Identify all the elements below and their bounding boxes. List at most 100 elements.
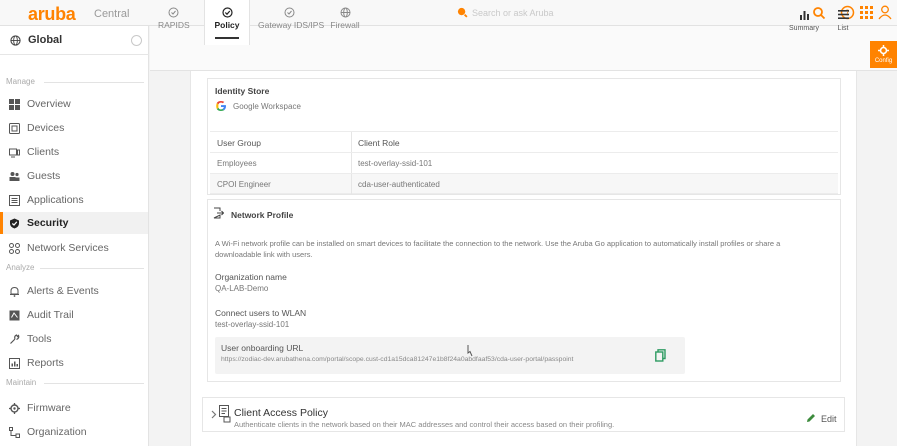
reports-icon [9,358,20,369]
tab-firewall[interactable]: Firewall [324,7,366,31]
network-profile-title: Network Profile [231,210,294,220]
sidebar-item-label: Overview [27,98,71,110]
top-bar: aruba Central ? [0,0,897,26]
search-input[interactable] [472,5,672,21]
apps-grid-icon[interactable] [860,6,873,19]
config-label: Config [874,58,893,64]
onboarding-url-label: User onboarding URL [221,343,304,353]
sidebar-item-label: Organization [27,426,87,438]
network-profile-icon [213,207,224,219]
rapids-icon [168,7,178,18]
sidebar-item-guests[interactable]: Guests [0,165,148,187]
global-label: Global [28,34,63,46]
shield-icon [10,218,19,229]
list-label: List [837,25,849,32]
sidebar-item-label: Guests [27,170,61,182]
tab-label: Policy [214,20,240,30]
network-services-icon [9,243,20,254]
client-access-policy-icon [219,405,231,423]
overview-icon [9,99,20,110]
devices-icon [9,123,20,134]
column-divider [351,174,352,195]
google-icon [216,101,226,111]
sidebar-item-label: Reports [27,357,64,369]
sidebar-item-clients[interactable]: Clients [0,141,148,163]
sidebar-item-label: Clients [27,146,60,158]
pencil-icon [807,414,815,422]
summary-view-button[interactable]: Summary [787,9,821,33]
summary-chart-icon [799,11,809,20]
tab-gateway-ids-ips[interactable]: Gateway IDS/IPS [258,7,324,31]
guests-icon [9,172,20,181]
table-header-row: User Group Client Role [210,131,838,153]
sidebar-item-overview[interactable]: Overview [0,93,148,115]
column-header: User Group [217,138,261,148]
tab-bar [150,26,897,71]
sidebar-item-label: Tools [27,333,52,345]
identity-store-title: Identity Store [215,86,270,96]
sidebar-item-organization[interactable]: Organization [0,421,148,443]
bell-icon [10,286,19,297]
sidebar-item-applications[interactable]: Applications [0,189,148,211]
identity-provider: Google Workspace [233,102,301,111]
list-view-button[interactable]: List [832,9,854,33]
edit-label: Edit [821,414,837,424]
network-profile-description-2: downloadable link with users. [215,250,313,259]
globe-icon [10,35,21,46]
global-selector[interactable]: Global [0,26,149,55]
global-toggle-icon[interactable] [131,35,142,46]
sidebar-item-label: Applications [27,194,84,206]
client-access-policy-description: Authenticate clients in the network base… [234,420,615,429]
edit-button[interactable]: Edit [804,410,838,426]
tab-label: Gateway IDS/IPS [258,20,325,30]
sidebar-item-security[interactable]: Security [0,212,148,234]
chevron-right-icon[interactable] [210,410,217,419]
tab-policy[interactable]: Policy [204,0,250,45]
client-role-cell: test-overlay-ssid-101 [358,159,433,168]
list-icon [837,10,849,19]
sidebar-item-devices[interactable]: Devices [0,117,148,139]
clients-icon [9,148,20,158]
copy-icon[interactable] [655,349,666,362]
column-divider [351,132,352,153]
sidebar-item-firmware[interactable]: Firmware [0,397,148,419]
onboarding-url-value[interactable]: https://zodiac-dev.arubathena.com/portal… [221,356,573,363]
logo-subtitle: Central [94,8,130,20]
summary-label: Summary [789,25,819,32]
firewall-icon [340,7,350,18]
sidebar-item-label: Alerts & Events [27,285,99,297]
firmware-icon [9,403,20,414]
user-icon[interactable] [878,5,892,20]
divider [40,268,144,269]
gear-icon [878,45,889,56]
connect-wlan-label: Connect users to WLAN [215,308,307,318]
sidebar-item-audit-trail[interactable]: Audit Trail [0,304,148,326]
sidebar-item-label: Firmware [27,402,71,414]
sidebar-item-network-services[interactable]: Network Services [0,237,148,259]
client-role-cell: cda-user-authenticated [358,180,440,189]
table-row: Employees test-overlay-ssid-101 [210,152,838,174]
audit-trail-icon [9,310,20,321]
column-header: Client Role [358,138,400,148]
tab-label: RAPIDS [158,20,190,30]
organization-name-value: QA-LAB-Demo [215,284,269,293]
connect-wlan-value: test-overlay-ssid-101 [215,320,290,329]
tab-rapids[interactable]: RAPIDS [158,7,190,31]
sidebar-item-label: Devices [27,122,65,134]
section-manage: Manage [6,77,35,86]
tools-icon [10,334,20,344]
user-group-cell: CPOI Engineer [217,180,271,189]
applications-icon [9,195,20,206]
section-maintain: Maintain [6,378,37,387]
divider [44,383,144,384]
client-access-policy-title: Client Access Policy [234,407,328,419]
section-analyze: Analyze [6,263,35,272]
sidebar-item-tools[interactable]: Tools [0,328,148,350]
aruba-search-icon [457,7,468,18]
aruba-logo[interactable]: aruba [28,4,76,25]
organization-name-label: Organization name [215,272,287,282]
sidebar-item-alerts-events[interactable]: Alerts & Events [0,280,148,302]
sidebar-item-reports[interactable]: Reports [0,352,148,374]
sidebar-item-label: Audit Trail [27,309,74,321]
config-button[interactable]: Config [870,41,897,68]
